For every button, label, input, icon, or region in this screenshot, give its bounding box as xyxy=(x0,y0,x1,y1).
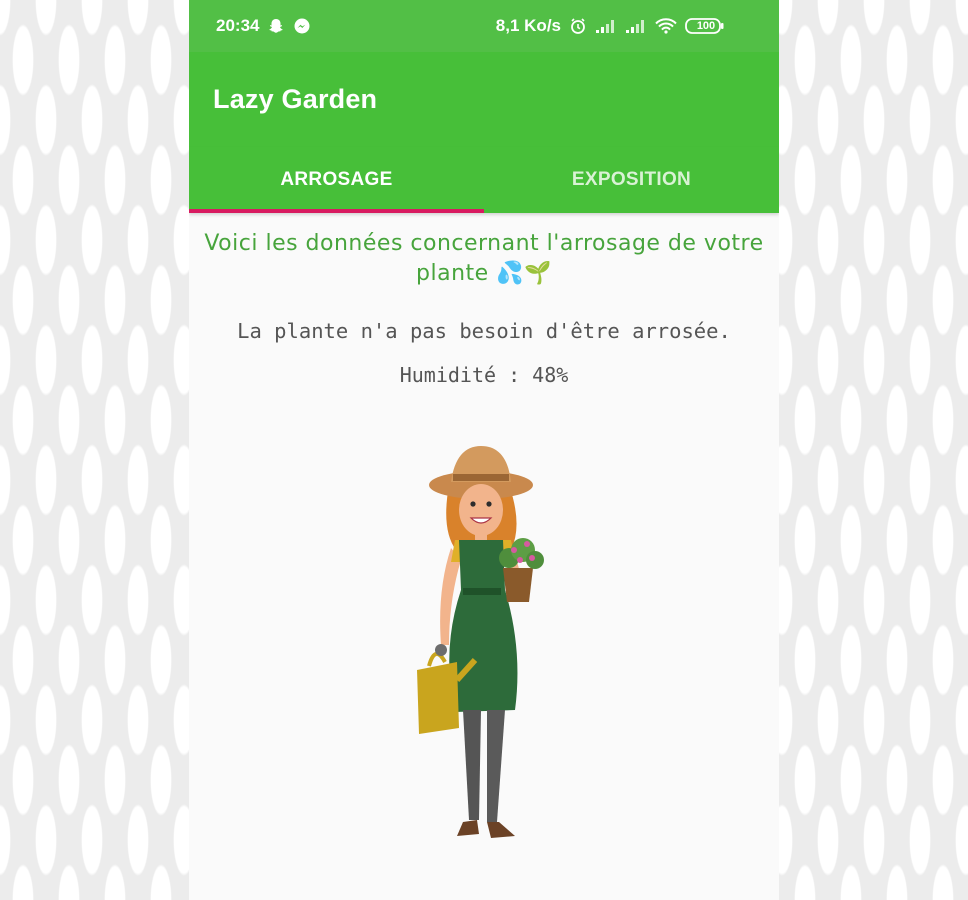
signal-icon xyxy=(625,18,647,34)
status-time: 20:34 xyxy=(216,16,260,35)
app-bar: Lazy Garden xyxy=(189,52,779,147)
status-bar: 20:34 8,1 Ko/s 100 xyxy=(189,0,779,52)
phone-screen: 20:34 8,1 Ko/s 100 Lazy Garden ARROSAGE … xyxy=(189,0,779,900)
battery-icon: 100 xyxy=(685,17,753,35)
main-content: Voici les données concernant l'arrosage … xyxy=(189,229,779,387)
tab-bar: ARROSAGE EXPOSITION xyxy=(189,147,779,213)
watering-headline: Voici les données concernant l'arrosage … xyxy=(204,231,764,286)
app-title: Lazy Garden xyxy=(213,84,378,114)
tab-indicator xyxy=(189,209,484,213)
network-speed: 8,1 Ko/s xyxy=(495,16,561,35)
tab-label: ARROSAGE xyxy=(280,169,393,190)
snapchat-icon xyxy=(267,17,285,35)
signal-icon xyxy=(595,18,617,34)
gardener-illustration xyxy=(411,440,561,850)
tab-arrosage[interactable]: ARROSAGE xyxy=(189,147,484,213)
wifi-icon xyxy=(655,18,677,34)
humidity-value: Humidité : 48% xyxy=(399,363,569,387)
messenger-icon xyxy=(293,17,311,35)
battery-level: 100 xyxy=(696,20,716,32)
watering-status: La plante n'a pas besoin d'être arrosée. xyxy=(237,319,731,343)
tab-label: EXPOSITION xyxy=(571,169,692,190)
tab-exposition[interactable]: EXPOSITION xyxy=(484,147,779,213)
alarm-icon xyxy=(569,17,587,35)
